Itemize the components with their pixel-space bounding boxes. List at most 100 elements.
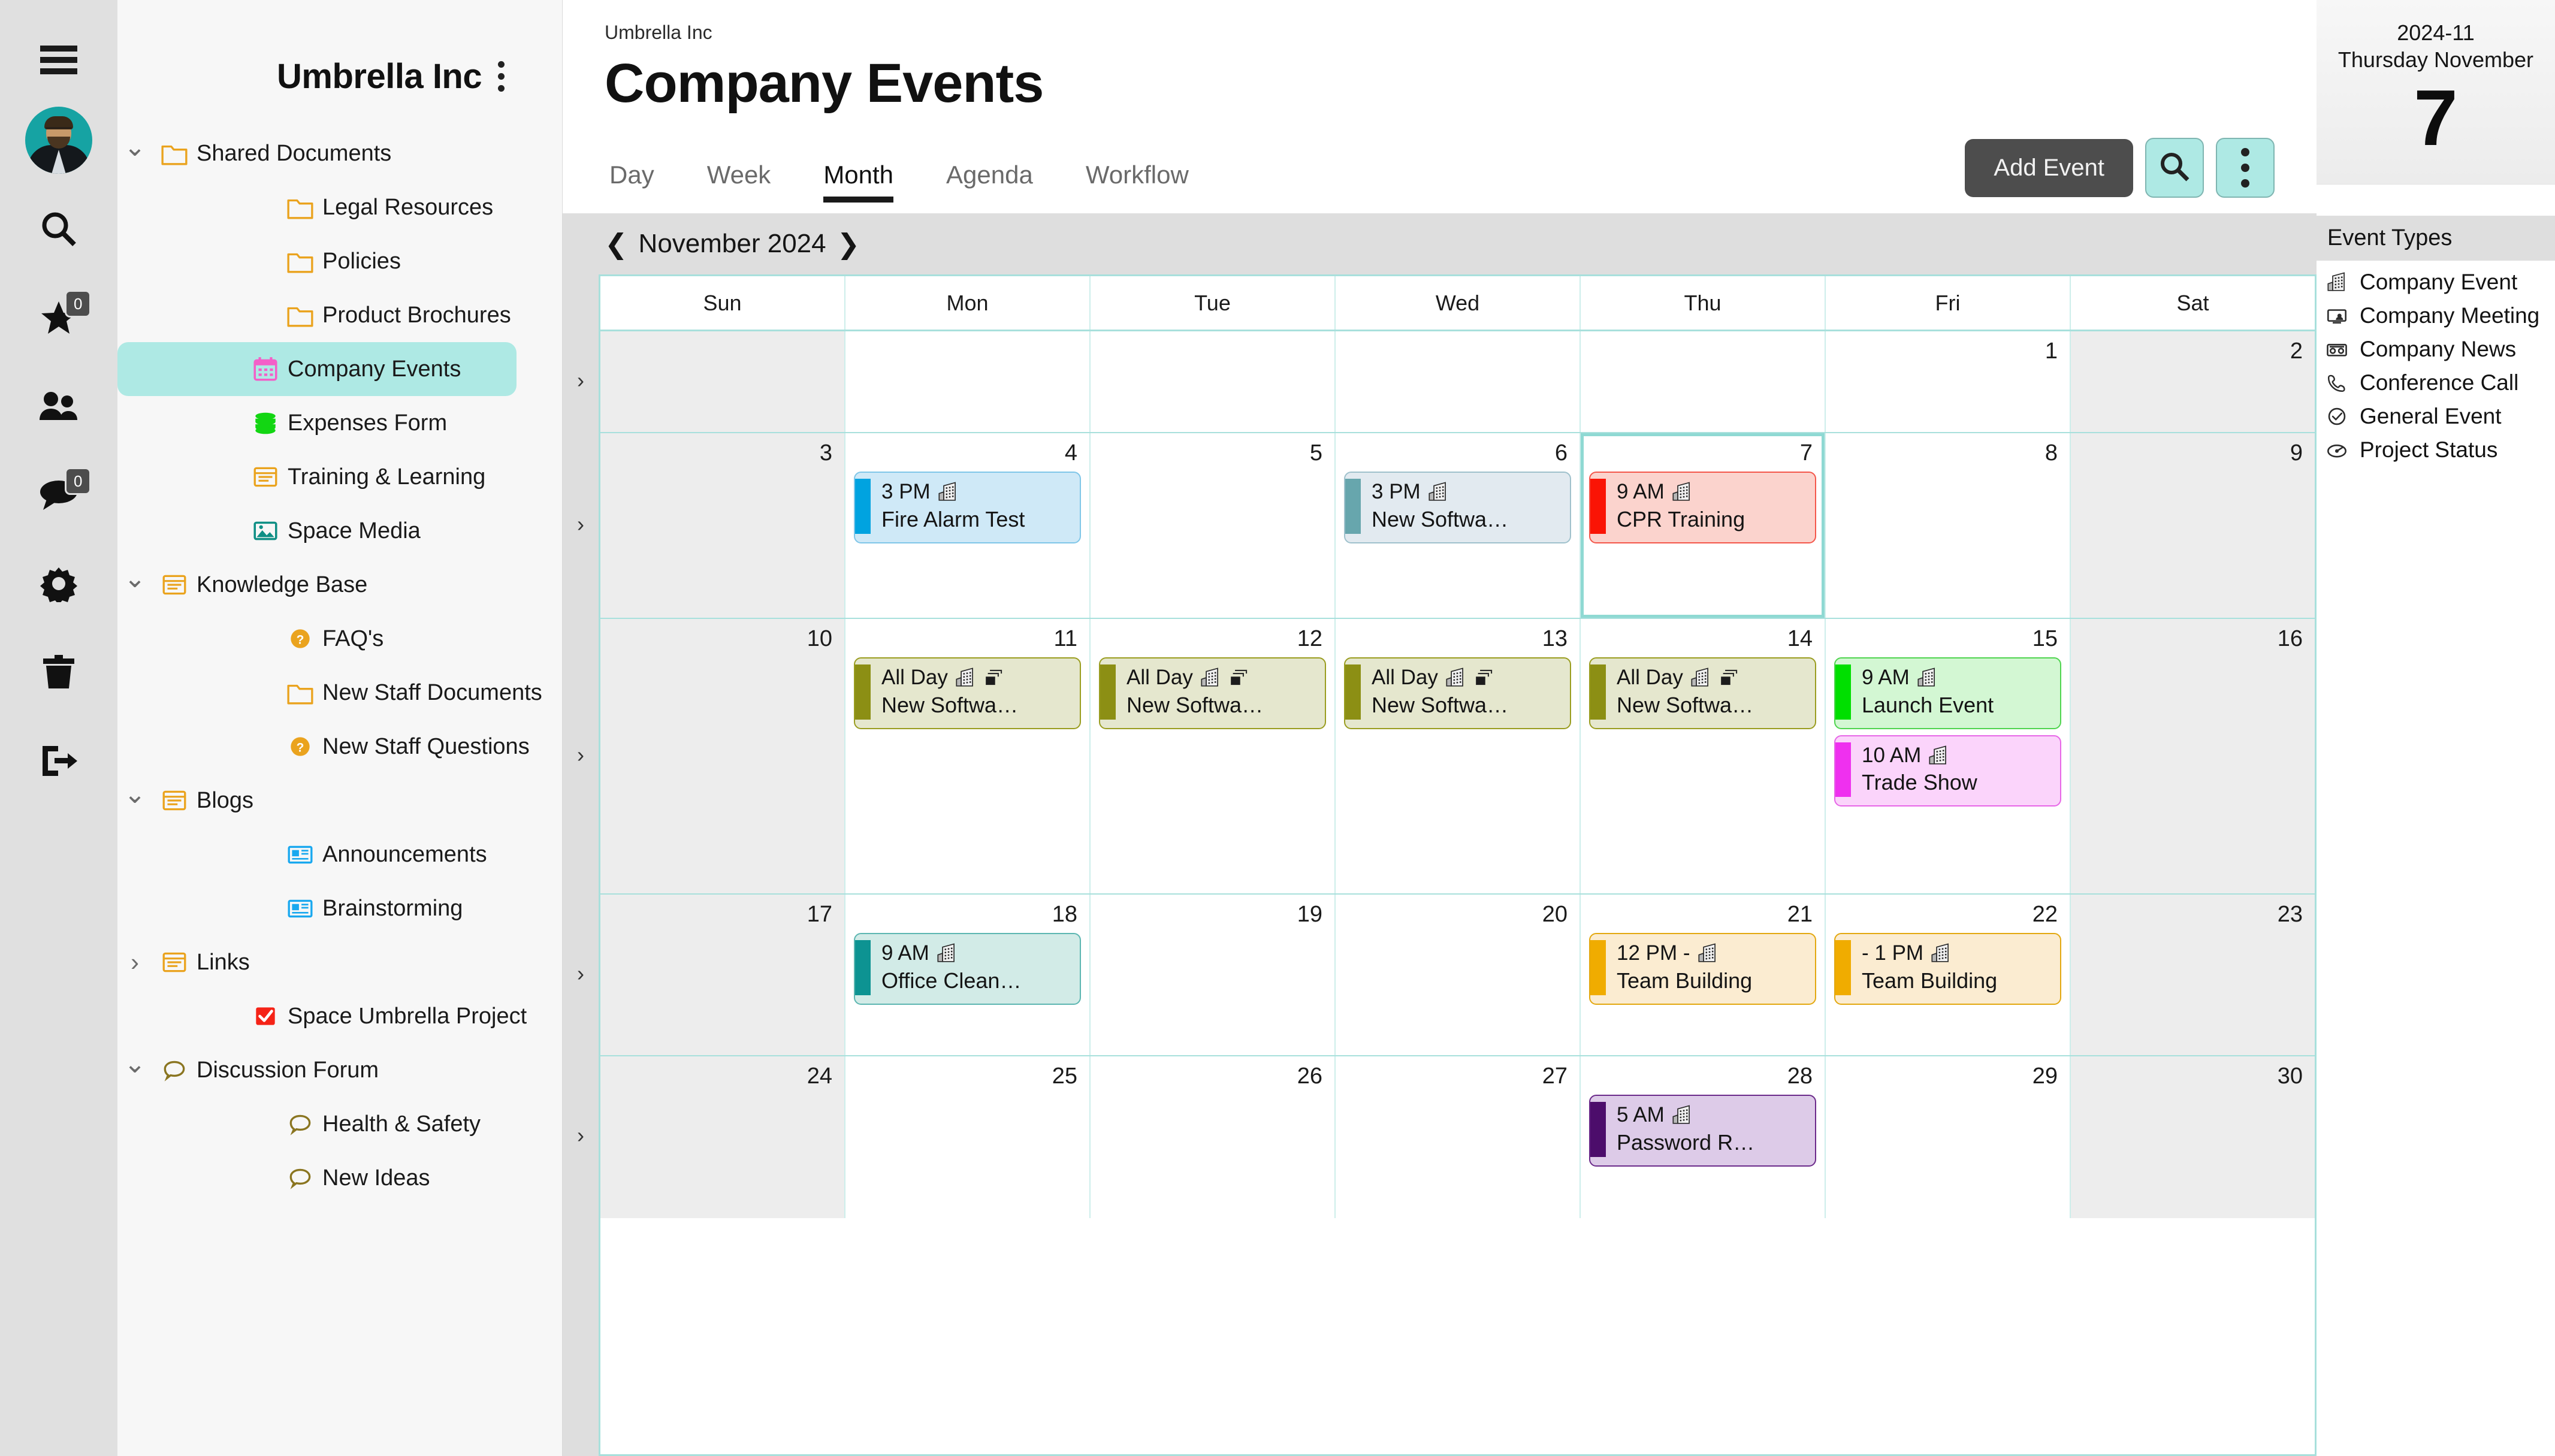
day-cell[interactable]: 14 All Day New Softwa… [1581, 619, 1826, 893]
day-cell[interactable]: 28 5 AM Password R… [1581, 1056, 1826, 1218]
calendar-event[interactable]: 3 PM New Softwa… [1344, 472, 1571, 543]
sidebar-item-brainstorming[interactable]: Brainstorming [117, 881, 517, 935]
day-cell[interactable]: 2 [2071, 331, 2315, 432]
chevron-right-icon[interactable] [117, 950, 152, 975]
calendar-event[interactable]: 12 PM - Team Building [1589, 933, 1816, 1005]
week-expand-button[interactable]: › [563, 330, 599, 431]
day-cell[interactable] [845, 331, 1091, 432]
chevron-down-icon[interactable] [117, 787, 152, 814]
sidebar-item-training-learning[interactable]: Training & Learning [117, 450, 517, 504]
more-options-button[interactable] [2216, 138, 2275, 198]
calendar-event[interactable]: 3 PM Fire Alarm Test [854, 472, 1081, 543]
chevron-down-icon[interactable] [117, 1057, 152, 1083]
day-cell[interactable]: 1 [1826, 331, 2071, 432]
sidebar-item-new-staff-questions[interactable]: ? New Staff Questions [117, 720, 530, 774]
tab-day[interactable]: Day [605, 155, 681, 203]
day-cell[interactable]: 20 [1336, 895, 1581, 1055]
sidebar-item-space-umbrella-project[interactable]: Space Umbrella Project [117, 989, 527, 1043]
day-cell[interactable]: 25 [845, 1056, 1091, 1218]
calendar-event[interactable]: All Day New Softwa… [854, 657, 1081, 729]
day-cell[interactable] [1581, 331, 1826, 432]
space-menu-button[interactable] [488, 52, 514, 101]
day-cell[interactable]: 6 3 PM New Softwa… [1336, 433, 1581, 618]
sidebar-item-product-brochures[interactable]: Product Brochures [117, 288, 517, 342]
sidebar-item-links[interactable]: Links [117, 935, 517, 989]
logout-rail-button[interactable] [0, 717, 117, 805]
sidebar-item-discussion-forum[interactable]: Discussion Forum [117, 1043, 517, 1097]
trash-rail-button[interactable] [0, 628, 117, 717]
event-type-conference-call[interactable]: Conference Call [2325, 366, 2555, 400]
calendar-event[interactable]: All Day New Softwa… [1344, 657, 1571, 729]
day-cell[interactable]: 13 All Day New Softwa… [1336, 619, 1581, 893]
sidebar-item-blogs[interactable]: Blogs [117, 774, 517, 827]
settings-rail-button[interactable] [0, 539, 117, 628]
day-cell[interactable] [600, 331, 845, 432]
search-button[interactable] [2145, 138, 2204, 198]
week-expand-button[interactable]: › [563, 617, 599, 893]
sidebar-item-knowledge-base[interactable]: Knowledge Base [117, 558, 517, 612]
calendar-event[interactable]: 10 AM Trade Show [1834, 735, 2061, 807]
day-cell[interactable] [1336, 331, 1581, 432]
chevron-down-icon[interactable] [117, 140, 152, 167]
prev-month-button[interactable]: ❮ [605, 230, 628, 258]
day-cell[interactable]: 27 [1336, 1056, 1581, 1218]
sidebar-item-shared-documents[interactable]: Shared Documents [117, 126, 517, 180]
messages-rail-button[interactable]: 0 [0, 451, 117, 539]
tab-week[interactable]: Week [681, 155, 798, 203]
calendar-event[interactable]: All Day New Softwa… [1589, 657, 1816, 729]
day-cell[interactable]: 15 9 AM Launch Event 10 AM Trade Show [1826, 619, 2071, 893]
day-cell[interactable]: 21 12 PM - Team Building [1581, 895, 1826, 1055]
day-cell[interactable]: 16 [2071, 619, 2315, 893]
day-cell[interactable]: 17 [600, 895, 845, 1055]
day-cell[interactable]: 10 [600, 619, 845, 893]
day-cell[interactable]: 18 9 AM Office Clean… [845, 895, 1091, 1055]
day-cell[interactable]: 11 All Day New Softwa… [845, 619, 1091, 893]
tab-month[interactable]: Month [797, 155, 920, 203]
sidebar-item-legal-resources[interactable]: Legal Resources [117, 180, 517, 234]
day-cell[interactable]: 8 [1826, 433, 2071, 618]
day-cell[interactable]: 26 [1091, 1056, 1336, 1218]
day-cell[interactable]: 23 [2071, 895, 2315, 1055]
day-cell[interactable]: 19 [1091, 895, 1336, 1055]
calendar-event[interactable]: - 1 PM Team Building [1834, 933, 2061, 1005]
calendar-event[interactable]: 5 AM Password R… [1589, 1095, 1816, 1167]
event-type-project-status[interactable]: Project Status [2325, 433, 2555, 467]
sidebar-item-company-events[interactable]: Company Events [117, 342, 517, 396]
week-expand-button[interactable]: › [563, 431, 599, 617]
calendar-event[interactable]: 9 AM CPR Training [1589, 472, 1816, 543]
user-avatar-button[interactable] [0, 96, 117, 185]
event-type-company-event[interactable]: Company Event [2325, 265, 2555, 299]
day-cell[interactable]: 3 [600, 433, 845, 618]
chevron-down-icon[interactable] [117, 572, 152, 598]
day-cell[interactable]: 22 - 1 PM Team Building [1826, 895, 2071, 1055]
add-event-button[interactable]: Add Event [1965, 138, 2133, 197]
event-type-general-event[interactable]: General Event [2325, 400, 2555, 433]
calendar-event[interactable]: All Day New Softwa… [1099, 657, 1326, 729]
people-rail-button[interactable] [0, 362, 117, 451]
tab-workflow[interactable]: Workflow [1059, 155, 1215, 203]
sidebar-item-expenses-form[interactable]: Expenses Form [117, 396, 517, 450]
sidebar-item-space-media[interactable]: Space Media [117, 504, 517, 558]
day-cell[interactable]: 29 [1826, 1056, 2071, 1218]
sidebar-item-new-ideas[interactable]: New Ideas [117, 1151, 517, 1205]
hamburger-menu-button[interactable] [0, 24, 117, 96]
event-type-company-meeting[interactable]: Company Meeting [2325, 299, 2555, 333]
day-cell[interactable]: 4 3 PM Fire Alarm Test [845, 433, 1091, 618]
sidebar-item-policies[interactable]: Policies [117, 234, 517, 288]
day-cell[interactable]: 7 9 AM CPR Training [1581, 433, 1826, 618]
day-cell[interactable]: 9 [2071, 433, 2315, 618]
tab-agenda[interactable]: Agenda [920, 155, 1059, 203]
sidebar-item-health-safety[interactable]: Health & Safety [117, 1097, 517, 1151]
day-cell[interactable]: 12 All Day New Softwa… [1091, 619, 1336, 893]
search-rail-button[interactable] [0, 185, 117, 273]
calendar-event[interactable]: 9 AM Launch Event [1834, 657, 2061, 729]
day-cell[interactable]: 24 [600, 1056, 845, 1218]
sidebar-item-new-staff-documents[interactable]: New Staff Documents [117, 666, 542, 720]
day-cell[interactable] [1091, 331, 1336, 432]
favorites-rail-button[interactable]: 0 [0, 273, 117, 362]
sidebar-item-faq-s[interactable]: ? FAQ's [117, 612, 517, 666]
week-expand-button[interactable]: › [563, 1055, 599, 1216]
day-cell[interactable]: 5 [1091, 433, 1336, 618]
event-type-company-news[interactable]: Company News [2325, 333, 2555, 366]
sidebar-item-announcements[interactable]: Announcements [117, 827, 517, 881]
